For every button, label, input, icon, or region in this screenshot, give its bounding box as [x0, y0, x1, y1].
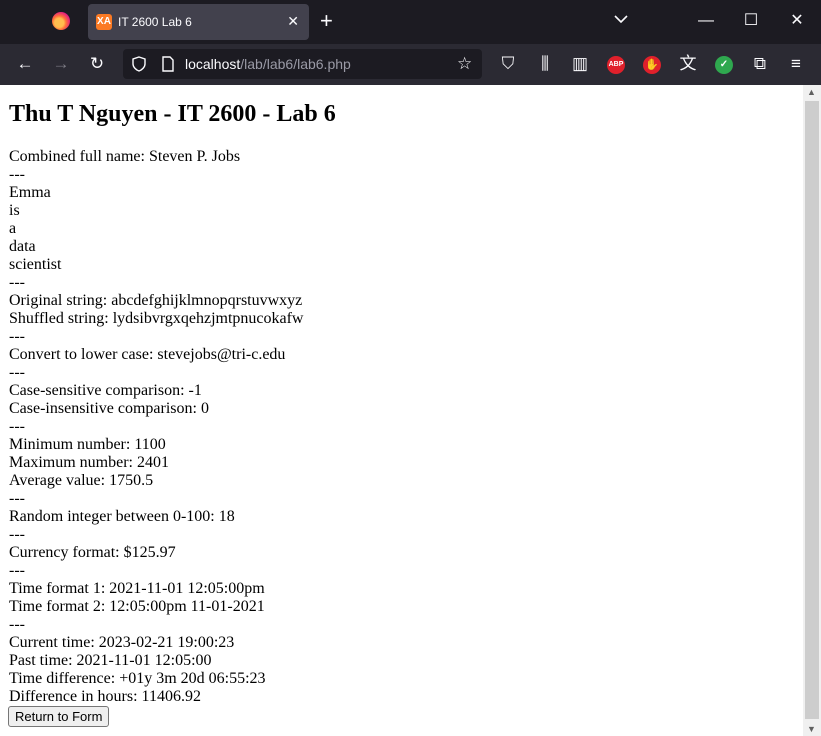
scroll-up-arrow-icon[interactable]: ▲	[807, 87, 816, 97]
output-line: scientist	[9, 256, 62, 273]
return-to-form-button[interactable]: Return to Form	[8, 706, 110, 727]
separator-line: ---	[9, 364, 25, 381]
reload-icon[interactable]: ↻	[85, 54, 109, 74]
back-icon[interactable]: ←	[13, 54, 37, 74]
library-icon[interactable]: ⫼	[533, 54, 557, 74]
output-lines: Combined full name: Steven P. Jobs --- Emm…	[9, 148, 303, 706]
output-line: Original string: abcdefghijklmnopqrstuvw…	[9, 292, 303, 309]
output-line: Shuffled string: lydsibvrgxqehzjmtpnucok…	[9, 310, 304, 327]
separator-line: ---	[9, 526, 25, 543]
separator-line: ---	[9, 562, 25, 579]
output-line: Current time: 2023-02-21 19:00:23	[9, 634, 235, 651]
url-path: /lab/lab6/lab6.php	[240, 56, 351, 72]
navigation-toolbar: ← → ↻ localhost/lab/lab6/lab6.php ☆ ⛉ ⫼ …	[0, 44, 821, 85]
output-line: Past time: 2021-11-01 12:05:00	[9, 652, 212, 669]
bookmark-star-icon[interactable]: ☆	[457, 54, 472, 74]
output-line: Random integer between 0-100: 18	[9, 508, 235, 525]
url-bar[interactable]: localhost/lab/lab6/lab6.php ☆	[123, 49, 482, 79]
extensions-icon[interactable]: ⧉	[748, 54, 772, 74]
separator-line: ---	[9, 490, 25, 507]
vertical-scrollbar[interactable]: ▲ ▼	[803, 85, 821, 736]
output-line: Maximum number: 2401	[9, 454, 169, 471]
xampp-favicon-icon: XA	[96, 14, 112, 30]
output-line: Time format 1: 2021-11-01 12:05:00pm	[9, 580, 265, 597]
new-tab-icon[interactable]: +	[320, 9, 333, 33]
shield-extension-icon[interactable]: ✓	[715, 56, 733, 74]
output-line: Case-insensitive comparison: 0	[9, 400, 209, 417]
page-title: Thu T Nguyen - IT 2600 - Lab 6	[9, 101, 336, 127]
url-text[interactable]: localhost/lab/lab6/lab6.php	[185, 56, 351, 72]
tab-title: IT 2600 Lab 6	[118, 15, 192, 29]
output-line: Convert to lower case: stevejobs@tri-c.e…	[9, 346, 286, 363]
output-line: Average value: 1750.5	[9, 472, 154, 489]
scroll-down-arrow-icon[interactable]: ▼	[807, 724, 816, 734]
page-content: Thu T Nguyen - IT 2600 - Lab 6 Combined …	[0, 85, 803, 736]
sidebar-icon[interactable]: ▥	[568, 54, 592, 74]
output-line: a	[9, 220, 17, 237]
output-line: data	[9, 238, 36, 255]
output-line: Time format 2: 12:05:00pm 11-01-2021	[9, 598, 265, 615]
output-line: Time difference: +01y 3m 20d 06:55:23	[9, 670, 266, 687]
separator-line: ---	[9, 418, 25, 435]
pocket-icon[interactable]: ⛉	[496, 54, 520, 74]
forward-icon[interactable]: →	[49, 54, 73, 74]
tab-close-icon[interactable]: ✕	[287, 12, 299, 30]
scrollbar-thumb[interactable]	[805, 101, 819, 719]
output-line: Minimum number: 1100	[9, 436, 166, 453]
menu-icon[interactable]: ≡	[784, 54, 808, 74]
tracking-shield-icon[interactable]	[131, 56, 147, 72]
output-line: Currency format: $125.97	[9, 544, 176, 561]
separator-line: ---	[9, 328, 25, 345]
ublock-icon[interactable]: ✋	[643, 56, 661, 74]
tab-bar: XA IT 2600 Lab 6 ✕ + — ☐ ✕	[0, 0, 821, 44]
tab-it2600-lab6[interactable]: XA IT 2600 Lab 6 ✕	[88, 4, 309, 40]
separator-line: ---	[9, 274, 25, 291]
firefox-logo-icon[interactable]	[52, 12, 70, 30]
close-window-icon[interactable]: ✕	[785, 10, 809, 32]
output-line: Combined full name: Steven P. Jobs	[9, 148, 241, 165]
adblock-plus-icon[interactable]: ABP	[607, 56, 625, 74]
translate-icon[interactable]: ⽂	[676, 54, 700, 74]
minimize-icon[interactable]: —	[694, 10, 718, 32]
url-host: localhost	[185, 56, 241, 72]
separator-line: ---	[9, 616, 25, 633]
output-line: Emma	[9, 184, 51, 201]
maximize-icon[interactable]: ☐	[739, 10, 763, 32]
separator-line: ---	[9, 166, 25, 183]
list-all-tabs-icon[interactable]	[613, 11, 629, 27]
output-line: Case-sensitive comparison: -1	[9, 382, 202, 399]
output-line: Difference in hours: 11406.92	[9, 688, 201, 705]
output-line: is	[9, 202, 20, 219]
page-info-icon[interactable]	[160, 56, 176, 72]
